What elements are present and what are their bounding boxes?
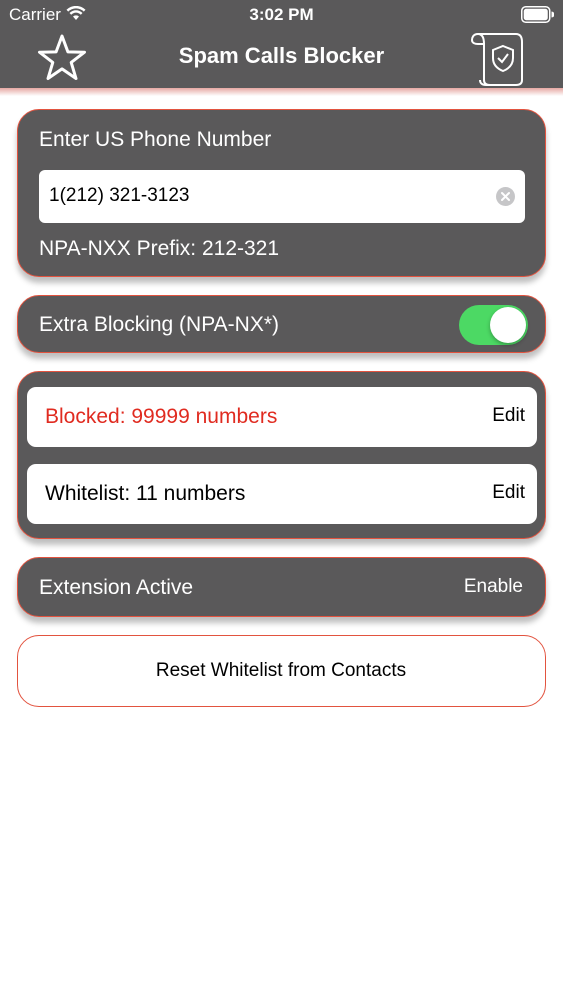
shield-scroll-icon bbox=[470, 33, 523, 86]
enable-extension-button[interactable]: Enable bbox=[464, 576, 523, 598]
whitelist-count-label: Whitelist: 11 numbers bbox=[45, 482, 246, 505]
nav-bar: Spam Calls Blocker bbox=[0, 30, 563, 88]
blocked-row[interactable]: Blocked: 99999 numbers Edit bbox=[27, 387, 537, 447]
nav-shadow bbox=[0, 88, 563, 96]
reset-whitelist-button[interactable]: Reset Whitelist from Contacts bbox=[17, 635, 546, 707]
extra-blocking-toggle[interactable] bbox=[459, 305, 528, 345]
whitelist-edit-button[interactable]: Edit bbox=[492, 482, 525, 504]
reset-whitelist-label: Reset Whitelist from Contacts bbox=[155, 660, 407, 681]
extra-blocking-label: Extra Blocking (NPA-NX*) bbox=[39, 313, 280, 336]
phone-number-input[interactable]: 1(212) 321-3123 bbox=[39, 170, 525, 223]
phone-entry-label: Enter US Phone Number bbox=[39, 128, 272, 151]
clear-input-button[interactable] bbox=[496, 187, 515, 206]
battery-icon bbox=[521, 6, 554, 23]
extension-status-label: Extension Active bbox=[39, 576, 194, 599]
top-bar: Carrier 3:02 PM Spam Calls Blocker bbox=[0, 0, 563, 88]
prefix-text: NPA-NXX Prefix: 212-321 bbox=[39, 237, 280, 260]
toggle-knob bbox=[490, 307, 526, 343]
whitelist-row[interactable]: Whitelist: 11 numbers Edit bbox=[27, 464, 537, 524]
lists-card: Blocked: 99999 numbers Edit Whitelist: 1… bbox=[17, 371, 546, 539]
blocked-count-label: Blocked: 99999 numbers bbox=[45, 405, 278, 428]
extra-blocking-card: Extra Blocking (NPA-NX*) bbox=[17, 295, 546, 353]
extension-card: Extension Active Enable bbox=[17, 557, 546, 617]
blocked-edit-button[interactable]: Edit bbox=[492, 405, 525, 427]
privacy-button[interactable] bbox=[470, 30, 532, 86]
phone-entry-card: Enter US Phone Number 1(212) 321-3123 NP… bbox=[17, 109, 546, 277]
status-bar: Carrier 3:02 PM bbox=[0, 0, 563, 30]
phone-number-value: 1(212) 321-3123 bbox=[49, 185, 190, 206]
clear-icon bbox=[501, 192, 510, 201]
clock: 3:02 PM bbox=[249, 5, 314, 24]
